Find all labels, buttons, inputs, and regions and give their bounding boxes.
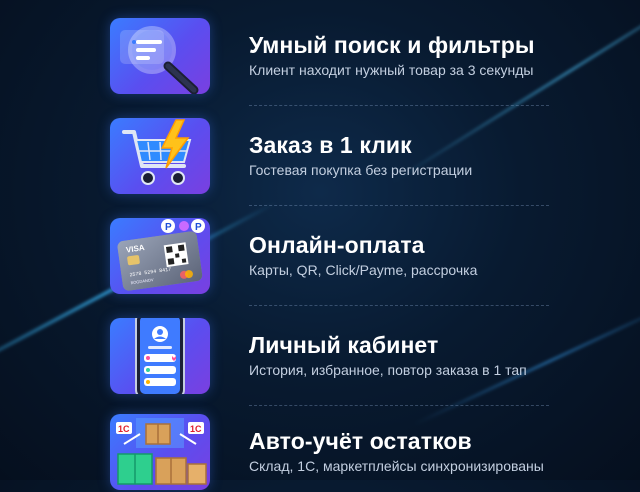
badge-1c-right: 1С <box>190 424 202 434</box>
feature-one-click-order: Заказ в 1 клик Гостевая покупка без реги… <box>108 118 549 206</box>
smartphone-profile-icon <box>110 318 210 394</box>
feature-title: Умный поиск и фильтры <box>249 32 535 58</box>
feature-subtitle: Склад, 1С, маркетплейсы синхронизированы <box>249 458 544 474</box>
warehouse-boxes-icon: 1С 1С <box>110 414 210 490</box>
feature-subtitle: История, избранное, повтор заказа в 1 та… <box>249 362 527 378</box>
feature-online-payment: VISA 2578 5294 8417 BOGDANOV P P Онлайн-… <box>108 218 549 306</box>
feature-smart-search: Умный поиск и фильтры Клиент находит нуж… <box>108 18 549 106</box>
shopping-cart-lightning-icon <box>110 118 210 194</box>
feature-auto-stock: 1С 1С Авто-учёт остатков Склад, 1С, марк… <box>108 414 548 492</box>
divider <box>249 105 549 106</box>
divider <box>249 205 549 206</box>
feature-title: Авто-учёт остатков <box>249 428 472 454</box>
badge-1c-left: 1С <box>118 424 130 434</box>
svg-text:P: P <box>165 222 172 233</box>
feature-personal-account: Личный кабинет История, избранное, повто… <box>108 318 549 406</box>
feature-title: Заказ в 1 клик <box>249 132 412 158</box>
feature-subtitle: Гостевая покупка без регистрации <box>249 162 473 178</box>
feature-subtitle: Клиент находит нужный товар за 3 секунды <box>249 62 534 78</box>
feature-title: Личный кабинет <box>249 332 439 358</box>
feature-title: Онлайн-оплата <box>249 232 425 258</box>
credit-card-payment-icon: VISA 2578 5294 8417 BOGDANOV P P <box>110 218 210 294</box>
feature-subtitle: Карты, QR, Click/Payme, рассрочка <box>249 262 478 278</box>
svg-text:P: P <box>195 222 202 233</box>
magnifier-search-icon <box>110 18 210 94</box>
divider <box>249 405 549 406</box>
divider <box>249 305 549 306</box>
